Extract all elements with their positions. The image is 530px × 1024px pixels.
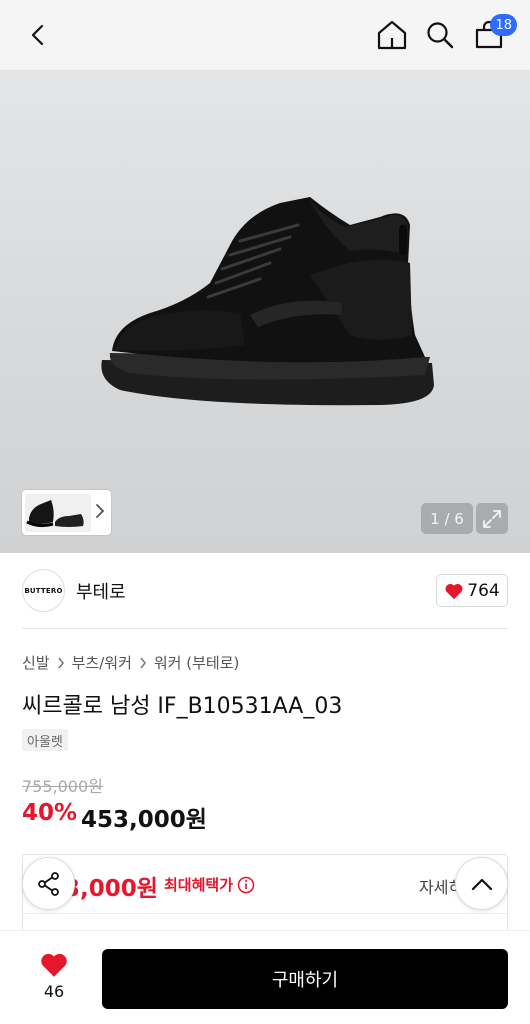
buy-button[interactable]: 구매하기 — [102, 949, 508, 1009]
max-benefit-label: 최대혜택가 — [164, 874, 255, 895]
product-image-gallery[interactable]: 1 / 6 — [0, 70, 530, 553]
breadcrumb-item[interactable]: 신발 — [22, 652, 50, 673]
breadcrumb-item[interactable]: 부츠/워커 — [72, 652, 132, 673]
back-icon — [31, 24, 44, 46]
thumbnail-strip[interactable] — [22, 490, 111, 535]
original-price: 755,000원 — [22, 777, 103, 796]
breadcrumb-item[interactable]: 워커 (부테로) — [154, 652, 239, 673]
bag-count-badge: 18 — [490, 14, 517, 36]
panel-divider — [23, 913, 507, 914]
max-benefit-price: 3,000원 — [64, 876, 158, 902]
share-icon — [37, 871, 59, 896]
search-button[interactable] — [420, 15, 460, 55]
scroll-to-top-button[interactable] — [455, 857, 508, 910]
brand-like-count: 764 — [467, 580, 500, 601]
breadcrumb: 신발 부츠/워커 워커 (부테로) — [22, 652, 239, 673]
share-button[interactable] — [22, 857, 75, 910]
thumbnail-shoe-image — [26, 499, 84, 527]
max-benefit-label-text: 최대혜택가 — [164, 876, 234, 894]
brand-like-button[interactable]: 764 — [436, 574, 508, 607]
back-button[interactable] — [18, 15, 58, 55]
brand-logo[interactable]: BUTTERO — [22, 569, 65, 612]
heart-icon — [445, 583, 463, 599]
outlet-tag: 아울렛 — [22, 729, 68, 751]
info-icon[interactable] — [237, 876, 255, 894]
top-app-bar: 18 — [0, 0, 530, 70]
shopping-bag-button[interactable]: 18 — [469, 14, 517, 55]
bottom-action-bar: 46 구매하기 — [0, 930, 530, 1024]
sale-price: 453,000원 — [81, 807, 207, 833]
discount-rate: 40% — [22, 800, 78, 826]
brand-name[interactable]: 부테로 — [76, 578, 126, 604]
thumbnail-image[interactable] — [25, 493, 91, 532]
expand-image-button[interactable] — [476, 503, 508, 534]
search-icon — [427, 22, 454, 49]
product-title: 씨르콜로 남성 IF_B10531AA_03 — [22, 694, 343, 719]
chevron-up-icon — [471, 878, 492, 890]
image-counter: 1 / 6 — [421, 503, 473, 534]
wishlist-count: 46 — [43, 982, 65, 1001]
product-shoe-image — [101, 197, 434, 406]
chevron-right-icon — [139, 657, 147, 669]
expand-icon — [483, 509, 501, 528]
chevron-right-icon — [96, 504, 105, 518]
heart-icon — [41, 953, 67, 977]
home-icon — [377, 20, 407, 50]
chevron-right-icon — [57, 657, 65, 669]
section-divider — [22, 628, 508, 629]
home-button[interactable] — [372, 15, 412, 55]
wishlist-button[interactable]: 46 — [30, 951, 78, 1007]
